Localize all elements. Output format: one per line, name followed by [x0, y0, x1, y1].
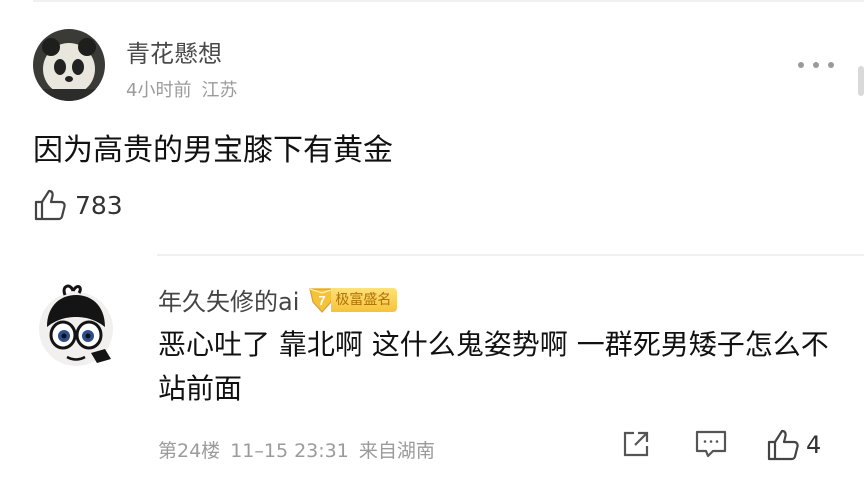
reply-origin: 来自湖南 [358, 440, 435, 462]
comment-meta: 4小时前 江苏 [126, 76, 247, 102]
reply-datetime: 11–15 23:31 [230, 440, 349, 462]
comment-username[interactable]: 青花懸想 [126, 34, 222, 69]
top-divider [33, 0, 864, 2]
reply-avatar[interactable] [33, 283, 119, 369]
reply-divider [157, 254, 864, 256]
share-icon [623, 431, 649, 457]
comment-location: 江苏 [201, 80, 238, 101]
comment-text: 因为高贵的男宝膝下有黄金 [33, 133, 393, 168]
more-dots-icon[interactable] [796, 58, 836, 74]
badge-level: 7 [319, 293, 326, 308]
reply-meta: 第24楼 11–15 23:31 来自湖南 [158, 436, 445, 463]
reply-text: 恶心吐了 靠北啊 这什么鬼姿势啊 一群死男矮子怎么不站前面 [158, 328, 829, 405]
avatar[interactable] [33, 29, 105, 101]
share-button[interactable] [620, 428, 652, 464]
comment-time: 4小时前 [126, 80, 192, 101]
level-badge[interactable]: 7 极富盛名 [307, 286, 398, 314]
reply-username[interactable]: 年久失修的ai [158, 282, 299, 317]
reply-floor: 第24楼 [158, 440, 221, 462]
like-button[interactable]: 783 [33, 188, 123, 222]
thumbs-up-icon [767, 429, 799, 461]
reply-username-row: 年久失修的ai 7 极富盛名 [158, 282, 398, 317]
badge-label: 极富盛名 [331, 287, 398, 312]
reply-like-count: 4 [806, 431, 822, 459]
edge-indicator [858, 66, 864, 96]
thumbs-up-icon [34, 189, 66, 221]
comment-icon [695, 430, 727, 458]
like-count: 783 [75, 190, 123, 220]
reply-button[interactable] [694, 428, 728, 464]
reply-like-button[interactable]: 4 [766, 428, 821, 462]
